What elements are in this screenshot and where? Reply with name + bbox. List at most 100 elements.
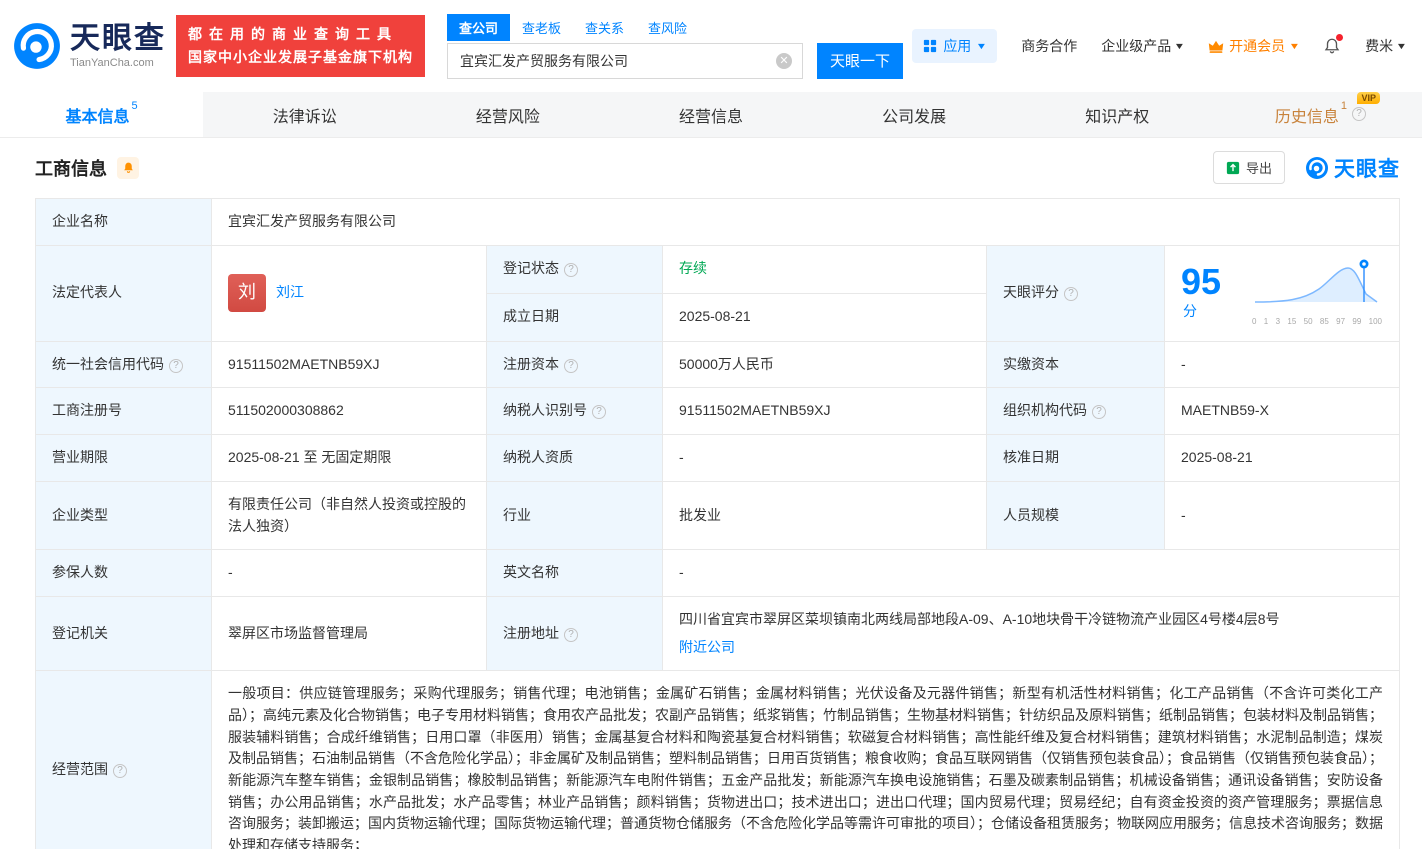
cooperation-label: 商务合作 bbox=[1021, 36, 1077, 56]
top-nav: 应用 ▼ 商务合作 企业级产品 ▼ 开通会员 ▼ 费米 ▼ bbox=[912, 29, 1406, 63]
slogan-line-2: 国家中小企业发展子基金旗下机构 bbox=[188, 46, 413, 69]
clear-search-icon[interactable]: ✕ bbox=[776, 53, 792, 69]
search-button[interactable]: 天眼一下 bbox=[817, 43, 903, 79]
tab-basic-info[interactable]: 基本信息5 bbox=[0, 92, 203, 137]
org-code-label: 组织机构代码? bbox=[987, 388, 1165, 435]
search-tab-company[interactable]: 查公司 bbox=[447, 14, 510, 41]
industry-label: 行业 bbox=[487, 481, 663, 549]
legal-rep-label: 法定代表人 bbox=[36, 245, 212, 341]
business-term-label: 营业期限 bbox=[36, 435, 212, 482]
table-row: 企业名称 宜宾汇发产贸服务有限公司 bbox=[36, 199, 1400, 246]
score-cell: 95分 0131550859799100 bbox=[1165, 245, 1400, 341]
tab-label: 经营风险 bbox=[476, 103, 540, 127]
help-icon[interactable]: ? bbox=[564, 359, 578, 373]
help-icon[interactable]: ? bbox=[1064, 287, 1078, 301]
section-header: 工商信息 导出 天眼查 bbox=[0, 138, 1422, 196]
chevron-down-icon: ▼ bbox=[1289, 41, 1301, 51]
username: 费米 bbox=[1365, 36, 1393, 56]
tianyancha-logo[interactable]: 天眼查 TianYanCha.com bbox=[12, 21, 166, 71]
open-vip-button[interactable]: 开通会员 ▼ bbox=[1208, 36, 1299, 56]
tab-legal-proceedings[interactable]: 法律诉讼 bbox=[203, 92, 406, 137]
table-row: 登记机关 翠屏区市场监督管理局 注册地址? 四川省宜宾市翠屏区菜坝镇南北两线局部… bbox=[36, 596, 1400, 670]
business-scope-value: 一般项目：供应链管理服务；采购代理服务；销售代理；电池销售；金属矿石销售；金属材… bbox=[212, 671, 1400, 849]
help-icon[interactable]: ? bbox=[1092, 405, 1106, 419]
section-title: 工商信息 bbox=[35, 155, 107, 181]
business-scope-label: 经营范围? bbox=[36, 671, 212, 849]
crown-icon bbox=[1208, 40, 1224, 53]
top-bar: 天眼查 TianYanCha.com 都在用的商业查询工具 国家中小企业发展子基… bbox=[0, 0, 1422, 92]
tab-history-info[interactable]: 历史信息 1 ? VIP bbox=[1219, 92, 1422, 137]
tab-intellectual-property[interactable]: 知识产权 bbox=[1016, 92, 1219, 137]
reg-number-label: 工商注册号 bbox=[36, 388, 212, 435]
legal-rep-link[interactable]: 刘江 bbox=[276, 282, 304, 304]
nearby-companies-link[interactable]: 附近公司 bbox=[679, 639, 735, 655]
legal-rep-avatar[interactable]: 刘 bbox=[228, 274, 266, 312]
help-icon[interactable]: ? bbox=[564, 628, 578, 642]
paid-capital-label: 实缴资本 bbox=[987, 341, 1165, 388]
apps-menu-button[interactable]: 应用 ▼ bbox=[912, 29, 997, 63]
monitor-bell-icon[interactable] bbox=[117, 157, 139, 179]
credit-code-label: 统一社会信用代码? bbox=[36, 341, 212, 388]
score-axis-ticks: 0131550859799100 bbox=[1251, 316, 1383, 328]
tab-label: 历史信息 bbox=[1275, 103, 1339, 127]
notifications-bell-icon[interactable] bbox=[1323, 37, 1341, 55]
english-name-label: 英文名称 bbox=[487, 550, 663, 597]
search-tab-risk[interactable]: 查风险 bbox=[636, 14, 699, 41]
score-distribution-chart: 0131550859799100 bbox=[1251, 258, 1383, 329]
table-row: 企业类型 有限责任公司（非自然人投资或控股的法人独资） 行业 批发业 人员规模 … bbox=[36, 481, 1400, 549]
help-icon[interactable]: ? bbox=[113, 764, 127, 778]
taxpayer-quality-label: 纳税人资质 bbox=[487, 435, 663, 482]
reg-number-value: 511502000308862 bbox=[212, 388, 487, 435]
export-label: 导出 bbox=[1246, 158, 1272, 177]
enterprise-products-menu[interactable]: 企业级产品 ▼ bbox=[1101, 36, 1184, 56]
search-input[interactable] bbox=[448, 53, 802, 69]
company-name-label: 企业名称 bbox=[36, 199, 212, 246]
reg-status-label: 登记状态? bbox=[487, 245, 663, 293]
business-cooperation-link[interactable]: 商务合作 bbox=[1021, 36, 1077, 56]
slogan-line-1: 都在用的商业查询工具 bbox=[188, 23, 413, 46]
taxpayer-id-value: 91511502MAETNB59XJ bbox=[663, 388, 987, 435]
export-icon bbox=[1226, 161, 1240, 175]
chevron-down-icon: ▼ bbox=[976, 41, 988, 51]
industry-value: 批发业 bbox=[663, 481, 987, 549]
notification-dot bbox=[1336, 34, 1343, 41]
search-box: ✕ bbox=[447, 43, 803, 79]
business-info-table: 企业名称 宜宾汇发产贸服务有限公司 法定代表人 刘 刘江 登记状态? 存续 天眼… bbox=[35, 198, 1400, 849]
search-tab-boss[interactable]: 查老板 bbox=[510, 14, 573, 41]
tab-company-development[interactable]: 公司发展 bbox=[813, 92, 1016, 137]
user-menu[interactable]: 费米 ▼ bbox=[1365, 36, 1406, 56]
tianyancha-watermark: 天眼查 bbox=[1305, 153, 1400, 183]
reg-status-value: 存续 bbox=[663, 245, 987, 293]
establish-date-value: 2025-08-21 bbox=[663, 293, 987, 341]
tab-business-info[interactable]: 经营信息 bbox=[609, 92, 812, 137]
approval-date-value: 2025-08-21 bbox=[1165, 435, 1400, 482]
apps-label: 应用 bbox=[943, 36, 971, 56]
help-icon[interactable]: ? bbox=[169, 359, 183, 373]
brand-name: 天眼查 bbox=[70, 23, 166, 55]
staff-size-value: - bbox=[1165, 481, 1400, 549]
score-label: 天眼评分? bbox=[987, 245, 1165, 341]
tab-label: 法律诉讼 bbox=[273, 103, 337, 127]
search-tab-relation[interactable]: 查关系 bbox=[573, 14, 636, 41]
help-icon[interactable]: ? bbox=[592, 405, 606, 419]
chevron-down-icon: ▼ bbox=[1396, 41, 1408, 51]
reg-authority-label: 登记机关 bbox=[36, 596, 212, 670]
staff-size-label: 人员规模 bbox=[987, 481, 1165, 549]
export-button[interactable]: 导出 bbox=[1213, 151, 1285, 184]
reg-capital-label: 注册资本? bbox=[487, 341, 663, 388]
grid-icon bbox=[923, 39, 937, 53]
table-row: 经营范围? 一般项目：供应链管理服务；采购代理服务；销售代理；电池销售；金属矿石… bbox=[36, 671, 1400, 849]
tab-label: 知识产权 bbox=[1085, 103, 1149, 127]
tab-operational-risk[interactable]: 经营风险 bbox=[406, 92, 609, 137]
help-icon[interactable]: ? bbox=[1352, 107, 1366, 121]
search-tabs: 查公司 查老板 查关系 查风险 bbox=[447, 14, 903, 41]
table-row: 营业期限 2025-08-21 至 无固定期限 纳税人资质 - 核准日期 202… bbox=[36, 435, 1400, 482]
score-value: 95分 bbox=[1181, 264, 1235, 322]
tab-label: 公司发展 bbox=[882, 103, 946, 127]
tab-label: 基本信息 bbox=[66, 103, 130, 127]
tab-label: 经营信息 bbox=[679, 103, 743, 127]
company-name-value: 宜宾汇发产贸服务有限公司 bbox=[212, 199, 1400, 246]
help-icon[interactable]: ? bbox=[564, 263, 578, 277]
tab-badge: 5 bbox=[132, 100, 138, 112]
paid-capital-value: - bbox=[1165, 341, 1400, 388]
